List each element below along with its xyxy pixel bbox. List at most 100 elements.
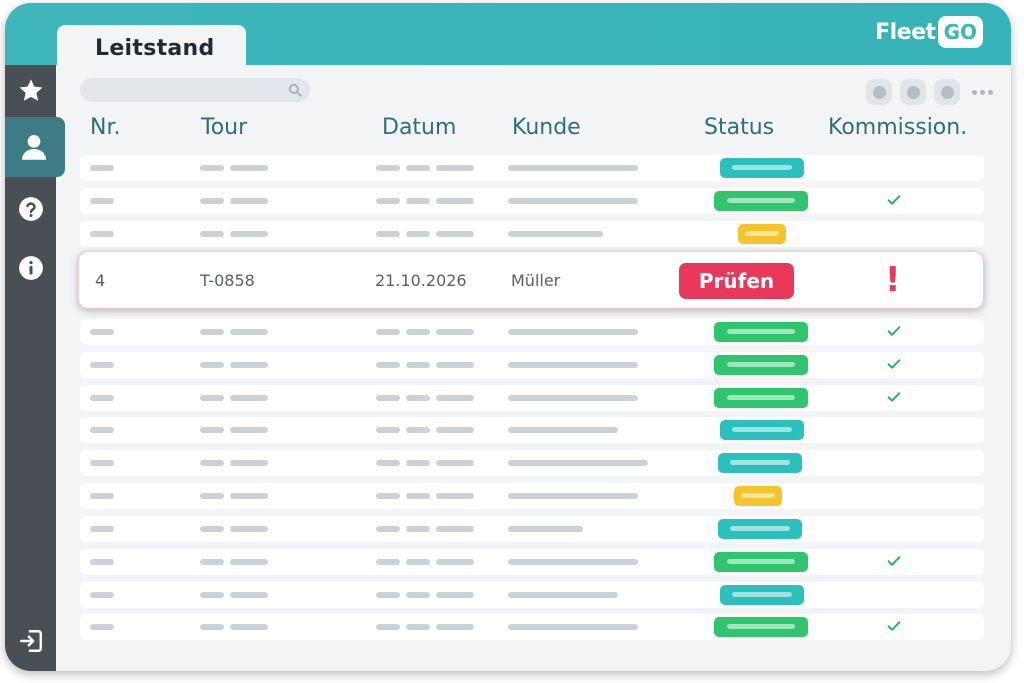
sidebar-item-logout[interactable] xyxy=(5,619,56,663)
table-row[interactable] xyxy=(80,319,984,345)
placeholder-text xyxy=(406,329,430,335)
check-icon xyxy=(887,326,901,336)
placeholder-text xyxy=(90,592,114,598)
placeholder-text xyxy=(230,559,268,565)
placeholder-text xyxy=(406,460,430,466)
window-button-3[interactable] xyxy=(934,79,960,105)
table-row[interactable] xyxy=(80,549,984,575)
placeholder-text xyxy=(406,231,430,237)
fleetgo-logo: Fleet GO xyxy=(875,13,983,51)
placeholder-text xyxy=(200,395,224,401)
placeholder-text xyxy=(376,427,400,433)
check-icon xyxy=(887,392,901,402)
placeholder-text xyxy=(406,198,430,204)
placeholder-text xyxy=(90,231,114,237)
info-icon xyxy=(18,256,43,280)
placeholder-text xyxy=(376,460,400,466)
placeholder-text xyxy=(508,493,638,499)
placeholder-text xyxy=(200,329,224,335)
placeholder-text xyxy=(230,493,268,499)
table-row[interactable] xyxy=(80,155,984,181)
search-input[interactable] xyxy=(80,78,310,102)
cell-tour: T-0858 xyxy=(200,271,255,290)
table-row[interactable] xyxy=(80,582,984,608)
placeholder-text xyxy=(90,395,114,401)
sidebar-item-help[interactable] xyxy=(5,187,56,231)
placeholder-text xyxy=(376,165,400,171)
table-row[interactable] xyxy=(80,483,984,509)
column-header-kunde[interactable]: Kunde xyxy=(512,115,581,140)
placeholder-text xyxy=(508,198,638,204)
placeholder-text xyxy=(90,526,114,532)
column-header-nr[interactable]: Nr. xyxy=(90,115,120,140)
placeholder-text xyxy=(230,362,268,368)
placeholder-text xyxy=(376,592,400,598)
placeholder-text xyxy=(90,329,114,335)
table-row-highlighted[interactable]: 4 T-0858 21.10.2026 Müller Prüfen ! xyxy=(78,251,984,309)
placeholder-text xyxy=(230,198,268,204)
table-row[interactable] xyxy=(80,221,984,247)
placeholder-text xyxy=(90,493,114,499)
placeholder-text xyxy=(406,526,430,532)
sidebar-item-info[interactable] xyxy=(5,246,56,290)
placeholder-text xyxy=(406,362,430,368)
placeholder-text xyxy=(436,231,474,237)
placeholder-text xyxy=(406,493,430,499)
column-header-status[interactable]: Status xyxy=(704,115,774,140)
help-icon xyxy=(18,197,43,221)
status-indicator-green xyxy=(714,355,808,375)
placeholder-text xyxy=(508,526,583,532)
table-row[interactable] xyxy=(80,188,984,214)
placeholder-text xyxy=(436,624,474,630)
check-icon xyxy=(887,359,901,369)
placeholder-text xyxy=(406,427,430,433)
placeholder-text xyxy=(200,493,224,499)
placeholder-text xyxy=(406,165,430,171)
placeholder-text xyxy=(90,427,114,433)
table-row[interactable] xyxy=(80,614,984,640)
placeholder-text xyxy=(406,624,430,630)
column-header-datum[interactable]: Datum xyxy=(382,115,456,140)
placeholder-text xyxy=(230,427,268,433)
status-indicator-teal xyxy=(720,585,804,605)
status-badge-pruefen[interactable]: Prüfen xyxy=(679,263,794,299)
placeholder-text xyxy=(230,165,268,171)
user-icon xyxy=(21,134,47,160)
sidebar-item-favorites[interactable] xyxy=(5,69,56,113)
search-icon xyxy=(288,83,302,97)
table-row[interactable] xyxy=(80,450,984,476)
status-indicator-green xyxy=(714,191,808,211)
placeholder-text xyxy=(436,559,474,565)
placeholder-text xyxy=(508,165,638,171)
table-row[interactable] xyxy=(80,352,984,378)
column-header-kommission[interactable]: Kommission. xyxy=(828,115,967,140)
window-button-1[interactable] xyxy=(866,79,892,105)
more-icon[interactable] xyxy=(972,89,993,95)
placeholder-text xyxy=(200,526,224,532)
placeholder-text xyxy=(376,559,400,565)
placeholder-text xyxy=(508,427,618,433)
table-row[interactable] xyxy=(80,516,984,542)
placeholder-text xyxy=(376,231,400,237)
placeholder-text xyxy=(436,362,474,368)
alert-icon: ! xyxy=(885,260,901,300)
table-row[interactable] xyxy=(80,385,984,411)
status-indicator-green xyxy=(714,617,808,637)
table-row[interactable] xyxy=(80,417,984,443)
logo-text: Fleet xyxy=(875,19,936,45)
placeholder-text xyxy=(376,526,400,532)
status-indicator-teal xyxy=(720,420,804,440)
placeholder-text xyxy=(200,165,224,171)
main-content: Nr. Tour Datum Kunde Status Kommission. … xyxy=(56,65,1011,671)
placeholder-text xyxy=(200,198,224,204)
window-button-2[interactable] xyxy=(900,79,926,105)
placeholder-text xyxy=(508,362,638,368)
placeholder-text xyxy=(230,460,268,466)
placeholder-text xyxy=(200,362,224,368)
placeholder-text xyxy=(376,493,400,499)
placeholder-text xyxy=(508,395,638,401)
column-header-tour[interactable]: Tour xyxy=(201,115,247,140)
status-indicator-teal xyxy=(718,519,802,539)
placeholder-text xyxy=(200,592,224,598)
status-indicator-teal xyxy=(718,453,802,473)
